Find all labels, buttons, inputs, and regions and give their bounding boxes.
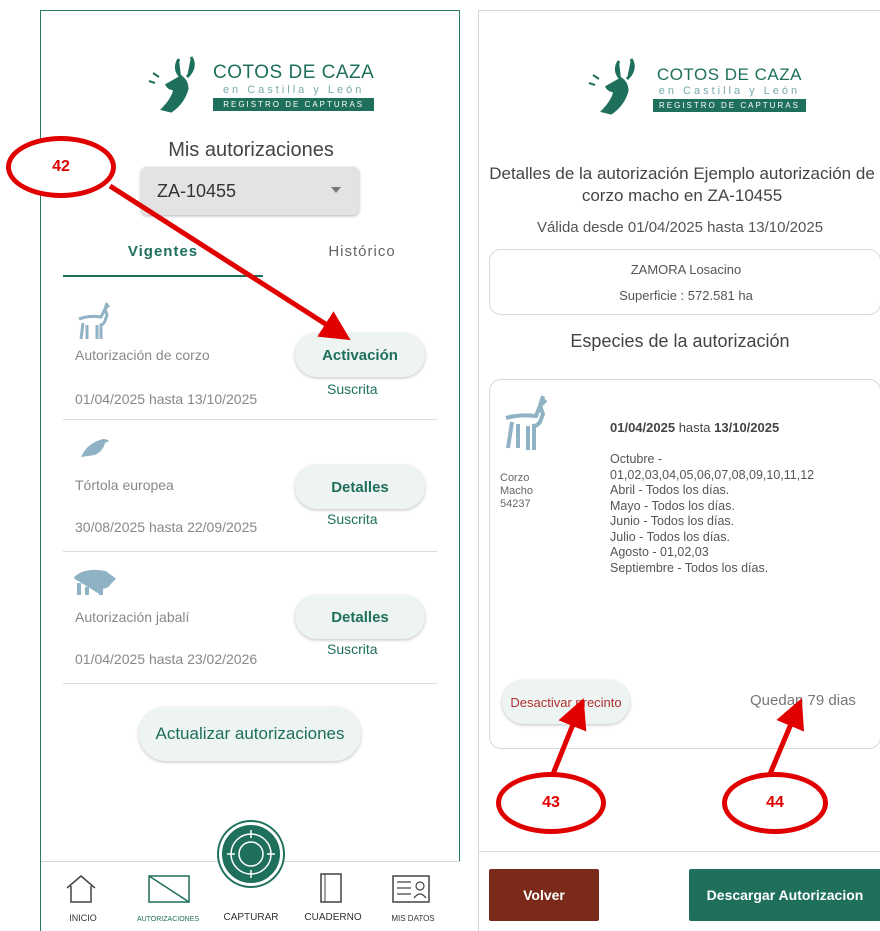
arrow-44 — [767, 698, 805, 775]
callout-43: 43 — [496, 772, 606, 834]
arrow-42 — [108, 183, 351, 341]
callout-44: 44 — [722, 772, 828, 834]
callout-42: 42 — [6, 136, 116, 198]
arrow-43 — [550, 698, 587, 775]
